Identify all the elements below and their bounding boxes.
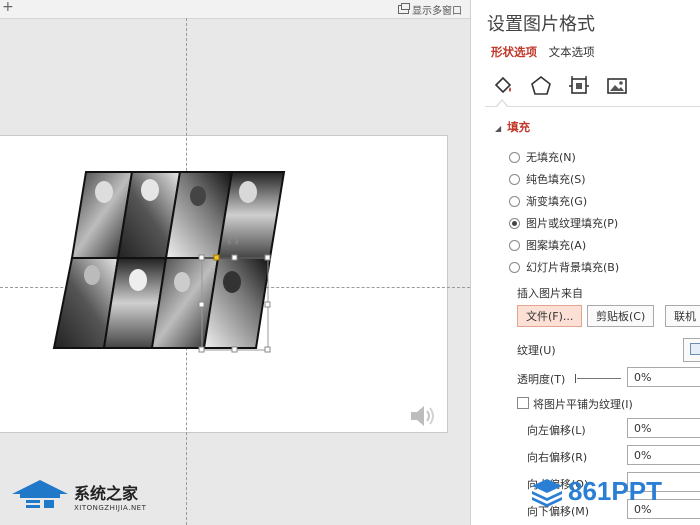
watermark-861ppt: 861PPT <box>530 476 662 507</box>
radio-pattern-fill[interactable]: 图案填充(A) <box>509 234 619 256</box>
fill-options-group: 无填充(N) 纯色填充(S) 渐变填充(G) 图片或纹理填充(P) 图案填充(A… <box>509 146 619 278</box>
tile-checkbox[interactable] <box>517 397 529 409</box>
picture-icon[interactable] <box>605 74 629 98</box>
offset-left-input[interactable]: 0% <box>627 418 700 438</box>
radio-label: 幻灯片背景填充(B) <box>526 261 620 274</box>
radio-button-icon <box>509 173 520 185</box>
radio-button-icon <box>509 239 520 251</box>
radio-slide-background-fill[interactable]: 幻灯片背景填充(B) <box>509 256 619 278</box>
offset-right-input[interactable]: 0% <box>627 445 700 465</box>
effects-icon[interactable] <box>529 74 553 98</box>
file-button[interactable]: 文件(F)... <box>517 305 583 327</box>
radio-label: 渐变填充(G) <box>526 195 588 208</box>
insert-picture-from-label: 插入图片来自 <box>517 287 583 300</box>
fill-line-icon[interactable] <box>491 74 515 98</box>
radio-button-icon <box>509 195 520 207</box>
panel-icon-tabs <box>485 70 700 107</box>
offset-right-label: 向右偏移(R) <box>527 451 588 464</box>
tile-label: 将图片平铺为纹理(I) <box>533 398 633 411</box>
clipboard-button[interactable]: 剪贴板(C) <box>587 305 655 327</box>
house-logo-icon <box>12 480 68 508</box>
radio-picture-texture-fill[interactable]: 图片或纹理填充(P) <box>509 212 619 234</box>
watermark-right-text: 861PPT <box>568 476 662 506</box>
active-tab-pointer-inner <box>497 101 507 107</box>
layers-logo-icon <box>532 478 562 507</box>
size-properties-icon[interactable] <box>567 74 591 98</box>
panel-tabs: 形状选项 文本选项 <box>491 44 595 60</box>
radio-label: 纯色填充(S) <box>526 173 586 186</box>
audio-speaker-icon[interactable] <box>408 402 436 430</box>
radio-label: 图案填充(A) <box>526 239 587 252</box>
radio-button-selected-icon <box>509 217 520 229</box>
transparency-input[interactable]: 0% <box>627 367 700 387</box>
radio-no-fill[interactable]: 无填充(N) <box>509 146 619 168</box>
online-button[interactable]: 联机 <box>665 305 700 327</box>
texture-picker-button[interactable] <box>683 338 700 362</box>
radio-button-icon <box>509 261 520 273</box>
fill-section-title: 填充 <box>507 120 531 134</box>
tab-shape-options[interactable]: 形状选项 <box>491 45 537 59</box>
texture-label: 纹理(U) <box>517 344 556 357</box>
panel-title: 设置图片格式 <box>487 14 595 35</box>
watermark-xitongzhijia: 系统之家 XITONGZHIJIA.NET <box>10 478 146 514</box>
transparency-slider[interactable] <box>575 374 621 383</box>
format-picture-panel: 设置图片格式 形状选项 文本选项 ◢ 填充 无填充(N) 纯色填充(S) 渐变填充 <box>470 0 700 525</box>
radio-button-icon <box>509 151 520 163</box>
radio-solid-fill[interactable]: 纯色填充(S) <box>509 168 619 190</box>
radio-label: 图片或纹理填充(P) <box>526 217 619 230</box>
radio-gradient-fill[interactable]: 渐变填充(G) <box>509 190 619 212</box>
slide-editor-canvas[interactable]: + 显示多窗口 系统之家 XITONGZHIJIA.NET <box>0 0 470 525</box>
fill-section-header[interactable]: ◢ 填充 <box>495 119 530 135</box>
tab-text-options[interactable]: 文本选项 <box>549 45 595 59</box>
texture-swatch-icon <box>690 343 700 355</box>
watermark-left-main: 系统之家 <box>74 484 139 503</box>
photo-collage[interactable] <box>0 0 470 525</box>
transparency-label: 透明度(T) <box>517 373 566 386</box>
watermark-left-sub: XITONGZHIJIA.NET <box>74 504 147 512</box>
collapse-triangle-icon: ◢ <box>495 124 502 133</box>
radio-label: 无填充(N) <box>526 151 576 164</box>
offset-left-label: 向左偏移(L) <box>527 424 586 437</box>
